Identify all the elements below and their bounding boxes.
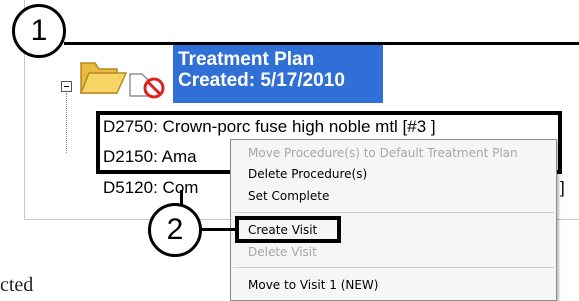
callout-2-connector [180,190,183,204]
open-folder-icon [79,62,127,94]
menu-separator [233,267,554,268]
create-visit-highlight-frame [235,216,341,243]
menu-item-delete-procedures[interactable]: Delete Procedure(s) [248,167,367,181]
treatment-plan-node[interactable]: Treatment Plan Created: 5/17/2010 [173,45,383,103]
menu-item-set-complete[interactable]: Set Complete [248,189,329,203]
menu-item-move-to-visit[interactable]: Move to Visit 1 (NEW) [248,278,378,292]
callout-number: 1 [30,14,48,47]
tree-connector-line [66,93,68,153]
procedure-text: D5120: Com [103,178,199,197]
callout-1-line [64,42,579,45]
menu-item-move-to-default-plan[interactable]: Move Procedure(s) to Default Treatment P… [248,146,518,160]
callout-number: 2 [166,213,184,246]
callout-badge-1: 1 [12,4,66,58]
context-menu: Move Procedure(s) to Default Treatment P… [230,139,557,301]
menu-item-delete-visit[interactable]: Delete Visit [248,245,317,259]
procedure-row-trailing-bracket: ] [560,178,565,197]
plan-created-date: Created: 5/17/2010 [178,70,345,91]
no-entry-icon [129,73,165,99]
caption-fragment: cted [0,274,34,296]
callout-2-line [200,228,236,231]
callout-badge-2: 2 [148,203,202,257]
procedure-row[interactable]: D5120: Com [103,178,198,198]
menu-separator [233,212,554,213]
minus-toggle-icon[interactable] [61,81,72,92]
plan-title: Treatment Plan [178,49,315,70]
